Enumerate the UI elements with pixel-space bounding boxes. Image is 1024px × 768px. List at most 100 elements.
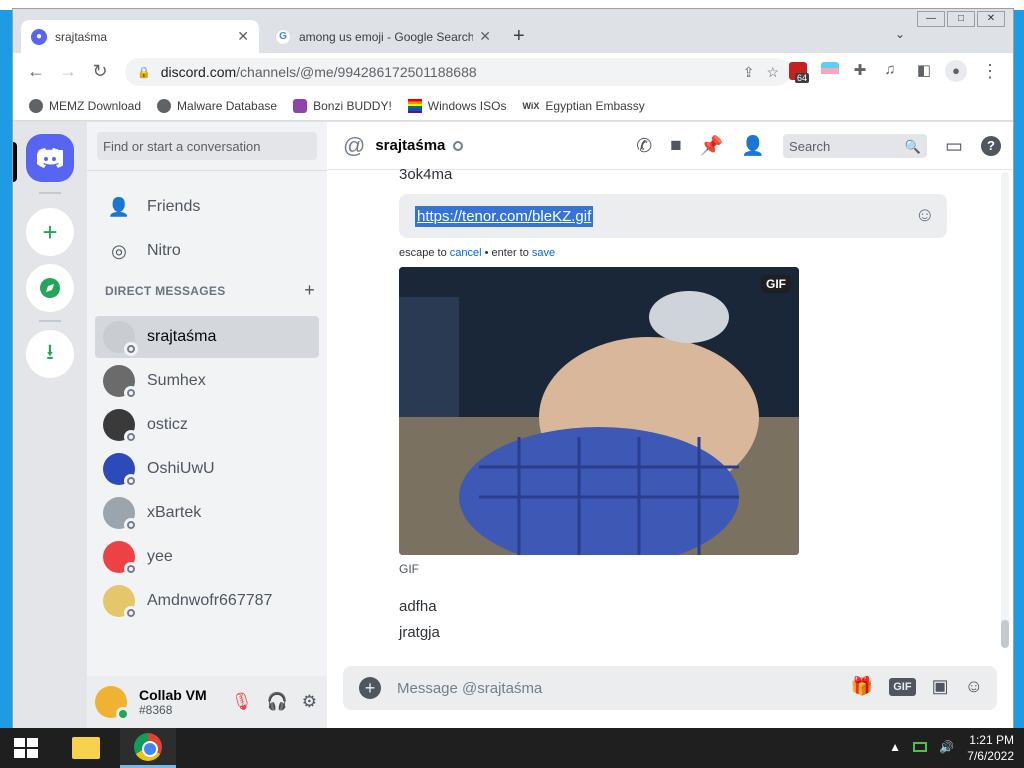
globe-icon — [29, 98, 43, 113]
close-tab-icon[interactable]: ✕ — [237, 28, 249, 45]
user-panel: Collab VM #8368 🎙 🎧 ⚙ — [87, 676, 327, 728]
extension-flag-icon[interactable] — [821, 62, 839, 80]
offline-status-icon — [124, 606, 138, 620]
offline-status-icon — [453, 140, 464, 151]
download-apps-button[interactable]: ⭳ — [26, 330, 74, 378]
profile-icon[interactable]: ● — [945, 60, 967, 82]
help-icon[interactable]: ? — [981, 136, 1001, 156]
explore-servers-compass-icon[interactable] — [26, 264, 74, 312]
minimize-button[interactable]: — — [917, 11, 945, 27]
avatar — [103, 409, 138, 444]
maximize-button[interactable]: □ — [947, 11, 975, 27]
add-friend-to-dm-icon[interactable]: 👤 — [741, 134, 765, 158]
gif-embed[interactable]: GIF — [399, 267, 799, 555]
forward-icon[interactable]: → — [57, 61, 79, 82]
upload-plus-icon[interactable]: + — [359, 677, 381, 699]
user-settings-gear-icon[interactable]: ⚙ — [302, 692, 317, 712]
taskbar-file-explorer[interactable] — [58, 728, 114, 768]
windows-start-icon[interactable] — [14, 738, 38, 758]
dm-item-srajtasma[interactable]: srajtaśma — [95, 316, 319, 358]
bookmark-star-icon[interactable]: ☆ — [766, 64, 779, 81]
nav-friends[interactable]: 👤 Friends — [95, 186, 319, 228]
headphones-icon[interactable]: 🎧 — [267, 692, 288, 712]
bookmark-malware-database[interactable]: Malware Database — [157, 98, 277, 113]
network-icon[interactable] — [913, 742, 928, 752]
clock-time: 1:21 PM — [969, 733, 1014, 747]
scrollbar-thumb[interactable] — [1001, 620, 1009, 648]
media-control-icon[interactable]: ♫ — [879, 61, 901, 78]
mute-microphone-icon[interactable]: 🎙 — [231, 692, 253, 712]
emoji-icon[interactable]: ☺ — [965, 676, 983, 697]
discord-home-button[interactable] — [26, 134, 74, 182]
lock-icon[interactable]: 🔒 — [137, 66, 151, 79]
nav-nitro[interactable]: ◎ Nitro — [95, 230, 319, 272]
extension-badge: 64 — [795, 73, 810, 83]
message-composer[interactable]: + Message @srajtaśma 🎁 GIF ▣ ☺ — [343, 666, 997, 710]
dm-item-sumhex[interactable]: Sumhex — [95, 360, 319, 402]
volume-icon[interactable]: 🔊 — [939, 740, 954, 754]
clock-date: 7/6/2022 — [967, 749, 1014, 763]
rail-separator — [39, 192, 61, 194]
close-window-button[interactable]: ✕ — [977, 11, 1005, 27]
offline-status-icon — [124, 474, 138, 488]
online-status-icon — [116, 707, 130, 721]
url-host: discord.com — [160, 64, 237, 80]
tab-search-chevron-icon[interactable]: ⌄ — [895, 27, 905, 41]
dm-item-amdnwofr667787[interactable]: Amdnwofr667787 — [95, 580, 319, 622]
offline-status-icon — [124, 562, 138, 576]
user-avatar[interactable] — [95, 686, 130, 721]
system-tray: ▲ 🔊 — [889, 740, 954, 754]
address-bar[interactable]: 🔒 discord.com/channels/@me/9942861725011… — [125, 58, 791, 86]
save-edit-link[interactable]: save — [532, 247, 555, 259]
back-icon[interactable]: ← — [25, 61, 47, 82]
reload-icon[interactable]: ↻ — [89, 61, 111, 82]
tab-google-search[interactable]: G among us emoji - Google Search ✕ — [265, 20, 501, 53]
gift-icon[interactable]: 🎁 — [851, 676, 873, 697]
selected-pill — [13, 142, 17, 182]
gif-image — [399, 267, 799, 555]
avatar — [103, 541, 138, 576]
dm-item-osticz[interactable]: osticz — [95, 404, 319, 446]
pinned-messages-icon[interactable]: 📌 — [700, 134, 724, 158]
create-dm-button[interactable]: + — [304, 281, 315, 299]
dm-item-xbartek[interactable]: xBartek — [95, 492, 319, 534]
side-panel-icon[interactable]: ◧ — [913, 61, 935, 79]
chat-recipient-name[interactable]: srajtaśma — [375, 137, 445, 154]
voice-call-icon[interactable]: ✆ — [636, 135, 652, 158]
dm-item-oshiuwu[interactable]: OshiUwU — [95, 448, 319, 490]
inbox-icon[interactable]: ▭ — [945, 135, 963, 158]
window-controls: — □ ✕ — [915, 11, 1005, 27]
video-call-icon[interactable]: ■ — [670, 135, 681, 157]
share-icon[interactable]: ⇪ — [743, 64, 755, 81]
bonzi-icon — [293, 98, 308, 113]
chat-search-input[interactable]: Search 🔍 — [783, 134, 928, 158]
cancel-edit-link[interactable]: cancel — [450, 247, 482, 259]
emoji-picker-icon[interactable]: ☺ — [915, 204, 935, 227]
tab-discord[interactable]: ● srajtaśma ✕ — [21, 20, 259, 53]
close-tab-icon[interactable]: ✕ — [479, 28, 491, 45]
gif-picker-button[interactable]: GIF — [889, 677, 916, 696]
divider — [87, 170, 327, 171]
add-server-button[interactable]: + — [26, 208, 74, 256]
sticker-icon[interactable]: ▣ — [932, 676, 949, 697]
browser-toolbar: ← → ↻ 🔒 discord.com/channels/@me/9942861… — [13, 53, 1013, 91]
discord-logo-icon — [37, 148, 63, 168]
tray-chevron-icon[interactable]: ▲ — [889, 740, 901, 754]
extensions-puzzle-icon[interactable]: ✚ — [849, 61, 871, 79]
google-icon: G — [275, 28, 291, 45]
taskbar-clock[interactable]: 1:21 PM 7/6/2022 — [967, 732, 1014, 764]
message-edit-input[interactable]: https://tenor.com/bleKZ.gif ☺ — [399, 194, 947, 238]
chrome-menu-icon[interactable]: ⋮ — [979, 61, 1001, 82]
selected-edit-text[interactable]: https://tenor.com/bleKZ.gif — [415, 205, 594, 227]
message-scrollbar[interactable] — [1001, 172, 1009, 648]
bookmark-egyptian-embassy[interactable]: WiX Egyptian Embassy — [522, 99, 644, 113]
bookmark-memz[interactable]: MEMZ Download — [29, 98, 141, 113]
taskbar-chrome[interactable] — [120, 728, 176, 768]
new-tab-button[interactable]: + — [513, 25, 525, 48]
tab-strip: ● srajtaśma ✕ G among us emoji - Google … — [13, 9, 1013, 53]
conversation-search[interactable]: Find or start a conversation — [97, 132, 317, 160]
dm-item-yee[interactable]: yee — [95, 536, 319, 578]
bookmark-bonzi-buddy[interactable]: Bonzi BUDDY! — [293, 98, 392, 113]
rail-separator — [39, 320, 61, 322]
bookmark-windows-isos[interactable]: Windows ISOs — [407, 98, 506, 113]
